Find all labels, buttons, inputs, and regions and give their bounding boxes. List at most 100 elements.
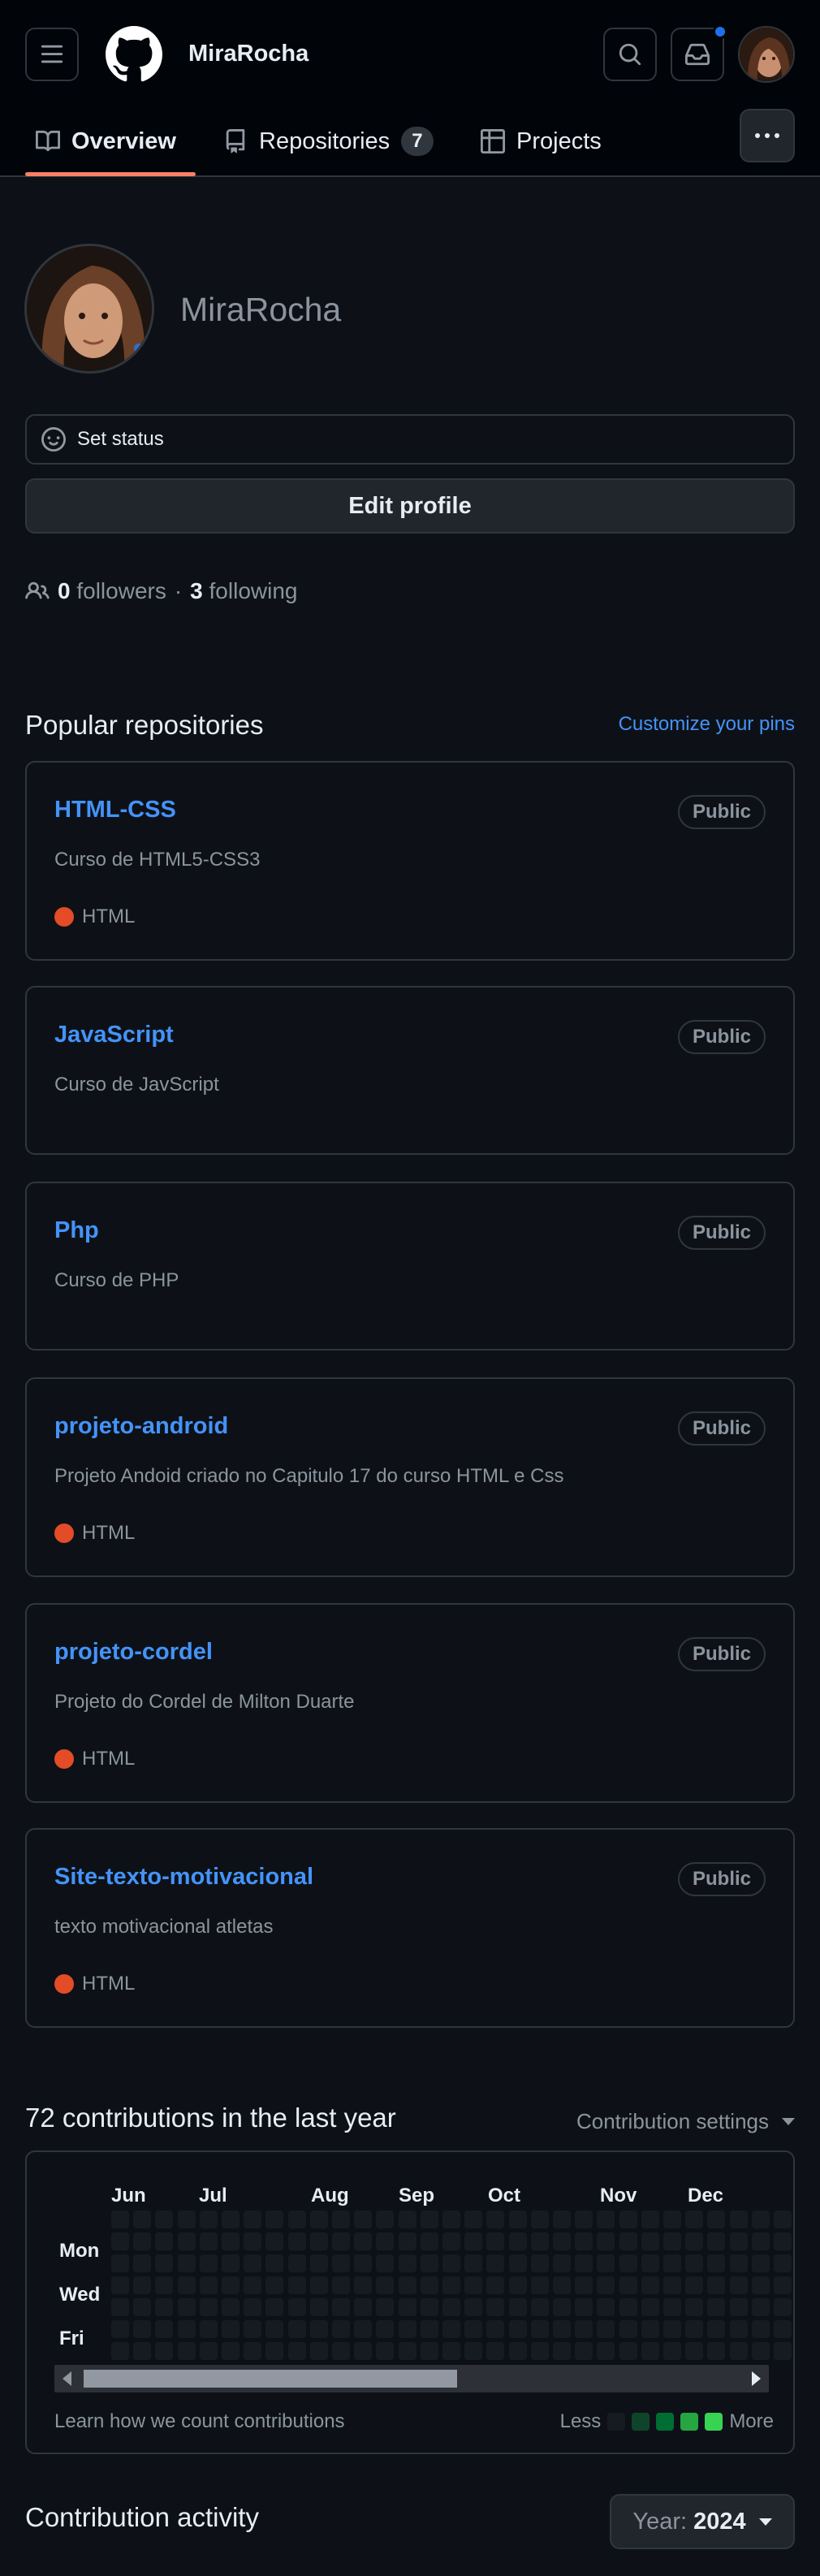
contribution-cell[interactable] (155, 2276, 174, 2294)
contribution-cell[interactable] (420, 2276, 438, 2294)
contribution-cell[interactable] (729, 2298, 748, 2316)
contribution-cell[interactable] (111, 2232, 129, 2250)
contribution-cell[interactable] (663, 2232, 681, 2250)
contribution-cell[interactable] (530, 2320, 549, 2338)
contribution-cell[interactable] (575, 2276, 593, 2294)
contribution-cell[interactable] (354, 2211, 373, 2228)
contribution-cell[interactable] (751, 2232, 770, 2250)
contribution-cell[interactable] (685, 2211, 704, 2228)
contribution-cell[interactable] (508, 2320, 527, 2338)
contribution-cell[interactable] (177, 2254, 196, 2272)
contribution-cell[interactable] (376, 2342, 395, 2360)
contribution-cell[interactable] (707, 2320, 726, 2338)
contribution-cell[interactable] (398, 2320, 416, 2338)
contribution-cell[interactable] (508, 2342, 527, 2360)
edit-profile-button[interactable]: Edit profile (25, 478, 795, 534)
contribution-cell[interactable] (774, 2298, 792, 2316)
contribution-cell[interactable] (199, 2298, 218, 2316)
learn-contributions-link[interactable]: Learn how we count contributions (54, 2410, 345, 2433)
contribution-cell[interactable] (155, 2254, 174, 2272)
contribution-cell[interactable] (354, 2232, 373, 2250)
contribution-cell[interactable] (222, 2232, 240, 2250)
contribution-cell[interactable] (354, 2342, 373, 2360)
contribution-cell[interactable] (774, 2276, 792, 2294)
contribution-cell[interactable] (199, 2342, 218, 2360)
contribution-cell[interactable] (530, 2254, 549, 2272)
contribution-cell[interactable] (420, 2254, 438, 2272)
contribution-cell[interactable] (729, 2320, 748, 2338)
contribution-cell[interactable] (641, 2342, 659, 2360)
contribution-cell[interactable] (155, 2320, 174, 2338)
contribution-cell[interactable] (287, 2342, 306, 2360)
contribution-cell[interactable] (376, 2254, 395, 2272)
contribution-cell[interactable] (265, 2232, 284, 2250)
contribution-cell[interactable] (597, 2298, 615, 2316)
horizontal-scrollbar[interactable] (54, 2365, 769, 2392)
contribution-cell[interactable] (287, 2211, 306, 2228)
contribution-cell[interactable] (199, 2232, 218, 2250)
contribution-cell[interactable] (332, 2298, 350, 2316)
repo-name-link[interactable]: HTML-CSS (54, 797, 176, 823)
contribution-cell[interactable] (133, 2232, 152, 2250)
header-username[interactable]: MiraRocha (188, 41, 309, 67)
contribution-cell[interactable] (309, 2276, 328, 2294)
contribution-cell[interactable] (575, 2232, 593, 2250)
contribution-cell[interactable] (486, 2320, 505, 2338)
contribution-cell[interactable] (376, 2276, 395, 2294)
contribution-cell[interactable] (133, 2276, 152, 2294)
followers-link[interactable]: 0 followers (58, 578, 166, 604)
contribution-cell[interactable] (354, 2298, 373, 2316)
contribution-cell[interactable] (354, 2254, 373, 2272)
contribution-cell[interactable] (553, 2298, 571, 2316)
contribution-cell[interactable] (133, 2320, 152, 2338)
year-selector-button[interactable]: Year: 2024 (610, 2494, 795, 2549)
contribution-cell[interactable] (464, 2211, 483, 2228)
menu-button[interactable] (25, 28, 79, 81)
contribution-cell[interactable] (111, 2342, 129, 2360)
contribution-cell[interactable] (508, 2298, 527, 2316)
contribution-cell[interactable] (265, 2211, 284, 2228)
contribution-cell[interactable] (685, 2232, 704, 2250)
contribution-cell[interactable] (442, 2211, 460, 2228)
contribution-cell[interactable] (398, 2211, 416, 2228)
contribution-cell[interactable] (553, 2320, 571, 2338)
contribution-cell[interactable] (244, 2276, 262, 2294)
repo-name-link[interactable]: projeto-android (54, 1413, 228, 1440)
contribution-cell[interactable] (685, 2254, 704, 2272)
repo-name-link[interactable]: projeto-cordel (54, 1639, 213, 1666)
contribution-cell[interactable] (177, 2276, 196, 2294)
contribution-cell[interactable] (309, 2342, 328, 2360)
contribution-cell[interactable] (597, 2342, 615, 2360)
contribution-cell[interactable] (508, 2232, 527, 2250)
contribution-cell[interactable] (265, 2298, 284, 2316)
contribution-cell[interactable] (751, 2320, 770, 2338)
contribution-cell[interactable] (486, 2254, 505, 2272)
contribution-cell[interactable] (751, 2211, 770, 2228)
contribution-cell[interactable] (199, 2276, 218, 2294)
contribution-cell[interactable] (508, 2254, 527, 2272)
contribution-cell[interactable] (442, 2232, 460, 2250)
contribution-cell[interactable] (244, 2320, 262, 2338)
contribution-cell[interactable] (265, 2320, 284, 2338)
scroll-left-icon[interactable] (63, 2371, 71, 2386)
contribution-cell[interactable] (619, 2211, 637, 2228)
tab-repositories[interactable]: Repositories 7 (223, 106, 434, 177)
search-button[interactable] (603, 28, 657, 81)
contribution-cell[interactable] (774, 2211, 792, 2228)
contribution-cell[interactable] (641, 2211, 659, 2228)
contribution-cell[interactable] (177, 2342, 196, 2360)
avatar[interactable] (738, 26, 795, 83)
contribution-cell[interactable] (332, 2320, 350, 2338)
contribution-cell[interactable] (597, 2211, 615, 2228)
contribution-cell[interactable] (774, 2342, 792, 2360)
contribution-cell[interactable] (729, 2254, 748, 2272)
contribution-cell[interactable] (729, 2342, 748, 2360)
contribution-cell[interactable] (641, 2298, 659, 2316)
contribution-cell[interactable] (177, 2320, 196, 2338)
contribution-cell[interactable] (287, 2232, 306, 2250)
contribution-cell[interactable] (265, 2276, 284, 2294)
contribution-cell[interactable] (464, 2276, 483, 2294)
contribution-cell[interactable] (133, 2211, 152, 2228)
contribution-cell[interactable] (575, 2320, 593, 2338)
contribution-cell[interactable] (619, 2276, 637, 2294)
